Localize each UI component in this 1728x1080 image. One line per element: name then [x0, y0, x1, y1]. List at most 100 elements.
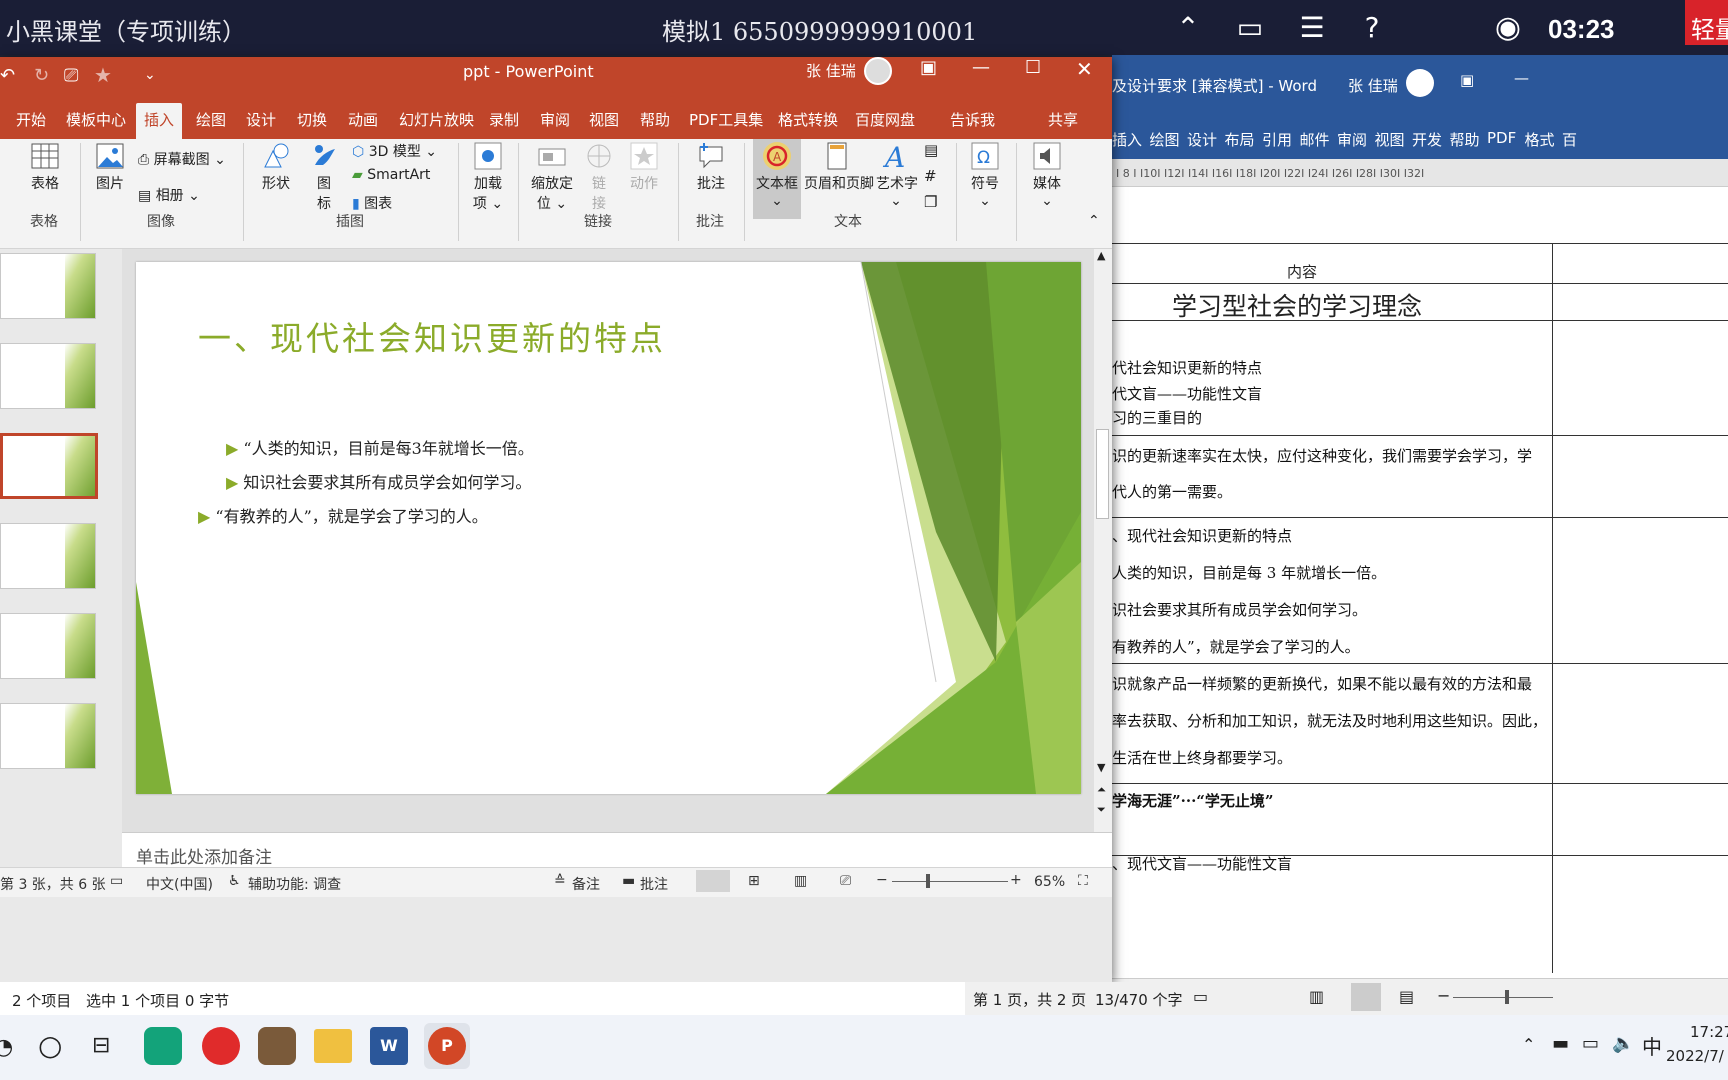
shapes-button[interactable]: 形状 — [258, 141, 294, 193]
read-mode-icon[interactable]: ▥ — [1309, 987, 1324, 1006]
avatar-icon[interactable] — [1406, 69, 1434, 97]
table-button[interactable]: 表格 — [26, 141, 64, 193]
word-tab[interactable]: 绘图 — [1150, 129, 1180, 150]
header-footer-button[interactable]: 页眉和页脚 — [804, 141, 874, 193]
language-indicator[interactable]: 中文(中国) — [146, 874, 213, 894]
picture-button[interactable]: 图片 — [92, 141, 128, 193]
notes-toggle[interactable]: 备注 — [572, 874, 600, 894]
scroll-down-icon[interactable]: ▼ — [1097, 761, 1105, 774]
3d-model-button[interactable]: ⬡ 3D 模型 ⌄ — [352, 141, 437, 161]
ppt-tab[interactable]: 设计 — [246, 109, 276, 130]
minimize-icon[interactable]: — — [1514, 69, 1529, 87]
action-button[interactable]: 动作 — [626, 141, 662, 193]
word-tab[interactable]: 审阅 — [1337, 129, 1367, 150]
word-tab[interactable]: 布局 — [1225, 129, 1255, 150]
media-button[interactable]: 媒体 ⌄ — [1028, 141, 1066, 209]
word-tab[interactable]: 帮助 — [1450, 129, 1480, 150]
print-layout-icon[interactable] — [1351, 983, 1381, 1011]
vertical-scrollbar[interactable]: ▲ ▼ ⏶ ⏷ — [1094, 249, 1112, 889]
screenshot-button[interactable]: ⎙ 屏幕截图 ⌄ — [138, 149, 226, 169]
slide-thumbnail[interactable] — [0, 613, 96, 679]
spellcheck-icon[interactable]: ▭ — [110, 873, 123, 889]
fit-to-window-icon[interactable]: ⛶ — [1078, 873, 1088, 889]
tray-time[interactable]: 17:27 — [1690, 1023, 1728, 1041]
ppt-tab[interactable]: 共享 — [1048, 109, 1078, 130]
ppt-tab[interactable]: 插入 — [136, 103, 183, 139]
word-zoom-thumb[interactable] — [1505, 990, 1509, 1004]
tray-date[interactable]: 2022/7/ — [1666, 1047, 1724, 1065]
ime-indicator[interactable]: 中 — [1642, 1031, 1662, 1060]
volume-icon[interactable]: 🔈 — [1612, 1033, 1634, 1054]
zoom-button[interactable]: 缩放定位 ⌄ — [530, 141, 574, 213]
ppt-tab[interactable]: 格式转换 — [778, 109, 838, 130]
symbol-button[interactable]: Ω 符号 ⌄ — [966, 141, 1004, 209]
word-tab[interactable]: 开发 — [1412, 129, 1442, 150]
window-icon[interactable]: ▭ — [1232, 10, 1268, 46]
slide-title[interactable]: 一、现代社会知识更新的特点 — [198, 312, 666, 360]
web-layout-icon[interactable]: ▤ — [1399, 987, 1414, 1006]
collapse-icon[interactable]: ⌃ — [1170, 10, 1206, 46]
notes-pane[interactable]: 单击此处添加备注 — [122, 832, 1112, 872]
ppt-tab[interactable]: PDF工具集 — [689, 109, 763, 130]
slide-bullet[interactable]: ▶ “人类的知识，目前是每3年就增长一倍。 — [226, 435, 534, 459]
reading-view-icon[interactable]: ▥ — [794, 873, 807, 889]
normal-view-icon[interactable] — [696, 870, 730, 892]
checklist-icon[interactable]: ☰ — [1294, 10, 1330, 46]
ppt-tab[interactable]: 模板中心 — [66, 109, 126, 130]
word-tab[interactable]: 插入 — [1112, 129, 1142, 150]
zoom-slider-thumb[interactable] — [926, 874, 930, 888]
ppt-tab[interactable]: 绘图 — [196, 109, 226, 130]
link-button[interactable]: 链接 — [584, 141, 614, 213]
customize-qat-icon[interactable]: ⌄ — [144, 67, 156, 83]
slide-thumbnail[interactable] — [0, 343, 96, 409]
word-tab[interactable]: 邮件 — [1300, 129, 1330, 150]
start-slideshow-icon[interactable]: ⎚ — [64, 65, 78, 86]
app-icon-green[interactable] — [144, 1027, 182, 1065]
object-icon[interactable]: ❐ — [924, 193, 937, 211]
word-tab[interactable]: 引用 — [1262, 129, 1292, 150]
slide-thumbnail[interactable] — [0, 433, 98, 499]
scroll-thumb[interactable] — [1096, 429, 1109, 519]
file-explorer-icon[interactable] — [314, 1029, 352, 1063]
textbox-button[interactable]: A 文本框 ⌄ — [753, 139, 801, 219]
ppt-tab[interactable]: 开始 — [16, 109, 46, 130]
smartart-button[interactable]: ▰ SmartArt — [352, 167, 430, 183]
word-document[interactable]: 内容 学习型社会的学习理念 代社会知识更新的特点 代文盲——功能性文盲 习的三重目的… — [1112, 187, 1728, 973]
slide-bullet[interactable]: ▶ 知识社会要求其所有成员学会如何学习。 — [226, 469, 531, 493]
ppt-tab[interactable]: 帮助 — [640, 109, 670, 130]
word-zoom-out-icon[interactable]: − — [1437, 986, 1450, 1005]
scroll-up-icon[interactable]: ▲ — [1097, 249, 1105, 262]
user-avatar-icon[interactable] — [864, 57, 892, 85]
ppt-tab[interactable]: 视图 — [589, 109, 619, 130]
minimize-icon[interactable]: — — [972, 57, 990, 78]
comments-toggle[interactable]: 批注 — [640, 874, 668, 894]
close-icon[interactable]: ✕ — [1076, 57, 1093, 81]
ribbon-display-options-icon[interactable]: ▣ — [920, 57, 937, 78]
slideshow-view-icon[interactable]: ⎚ — [840, 873, 851, 889]
zoom-level[interactable]: 65% — [1034, 874, 1065, 890]
icons-button[interactable]: 图标 — [306, 141, 342, 213]
slide-thumbnail[interactable] — [0, 253, 96, 319]
accessibility-status[interactable]: 辅助功能: 调查 — [248, 874, 341, 894]
zoom-slider[interactable] — [892, 881, 1008, 882]
ppt-tab[interactable]: 动画 — [348, 109, 378, 130]
next-slide-icon[interactable]: ⏷ — [1097, 803, 1106, 817]
ppt-tab[interactable]: 百度网盘 — [855, 109, 915, 130]
word-tab[interactable]: 格式 — [1525, 129, 1555, 150]
current-slide[interactable]: 一、现代社会知识更新的特点 ▶ “人类的知识，目前是每3年就增长一倍。 ▶ 知识… — [136, 262, 1081, 794]
slide-thumbnail[interactable] — [0, 523, 96, 589]
maximize-icon[interactable]: ☐ — [1025, 57, 1041, 78]
star-icon[interactable]: ★ — [94, 63, 112, 87]
task-view-icon[interactable]: ⊟ — [92, 1033, 110, 1058]
netease-music-icon[interactable] — [202, 1027, 240, 1065]
start-icon[interactable]: ◔ — [0, 1035, 13, 1060]
avatar-app-icon[interactable] — [258, 1027, 296, 1065]
zoom-out-icon[interactable]: − — [876, 872, 888, 888]
chart-button[interactable]: ▮ 图表 — [352, 193, 392, 213]
word-zoom-slider[interactable] — [1453, 997, 1553, 998]
word-tab[interactable]: 百 — [1562, 129, 1577, 150]
comment-button[interactable]: 批注 — [694, 141, 728, 193]
ppt-tab[interactable]: 审阅 — [540, 109, 570, 130]
addins-button[interactable]: 加载项 ⌄ — [470, 141, 506, 213]
tray-chevron-icon[interactable]: ⌃ — [1522, 1035, 1535, 1054]
